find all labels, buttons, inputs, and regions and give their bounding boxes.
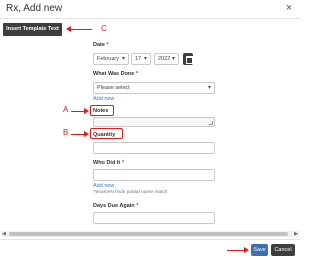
days-due-again-label: Days Due Again * — [93, 203, 139, 209]
callout-c-arrow — [66, 25, 92, 34]
footer-divider — [0, 239, 300, 240]
notes-highlight — [90, 105, 114, 116]
callout-b-arrow — [71, 130, 89, 139]
callout-b-label: B — [63, 128, 69, 137]
who-did-it-label: Who Did It * — [93, 160, 124, 166]
what-was-done-add-new-link[interactable]: Add new — [93, 96, 114, 102]
quantity-input[interactable] — [93, 142, 215, 154]
scrollbar-thumb[interactable] — [9, 232, 288, 236]
callout-a-arrow — [71, 107, 89, 116]
days-due-again-input[interactable] — [93, 212, 215, 224]
who-did-it-add-new-link[interactable]: Add new — [93, 183, 114, 189]
save-button[interactable]: Save — [251, 244, 268, 256]
dialog-titlebar: Rx, Add new × — [0, 0, 300, 19]
date-label: Date * — [93, 42, 109, 48]
save-callout-arrow — [227, 246, 249, 255]
quantity-highlight — [90, 128, 123, 139]
insert-template-text-button[interactable]: Insert Template Text — [3, 23, 62, 36]
day-select[interactable]: 17 — [131, 53, 151, 65]
calendar-icon[interactable] — [183, 53, 193, 65]
year-select[interactable]: 2022 — [154, 53, 179, 65]
scroll-right-icon[interactable]: ▶ — [294, 231, 298, 237]
close-icon[interactable]: × — [283, 2, 295, 14]
callout-c-label: C — [101, 24, 107, 33]
scroll-left-icon[interactable]: ◀ — [2, 231, 6, 237]
notes-textarea[interactable] — [93, 117, 215, 127]
callout-a-label: A — [63, 105, 69, 114]
horizontal-scrollbar[interactable]: ◀ ▶ — [1, 231, 299, 237]
what-was-done-select[interactable]: Please select — [93, 82, 215, 94]
who-did-it-hint: ?enameN finds partial name match — [93, 190, 168, 195]
cancel-button[interactable]: Cancel — [271, 244, 295, 256]
month-select[interactable]: February — [93, 53, 129, 65]
what-was-done-label: What Was Done * — [93, 71, 139, 77]
resize-handle[interactable] — [209, 121, 213, 125]
who-did-it-input[interactable] — [93, 169, 215, 181]
dialog-title: Rx, Add new — [6, 3, 63, 14]
